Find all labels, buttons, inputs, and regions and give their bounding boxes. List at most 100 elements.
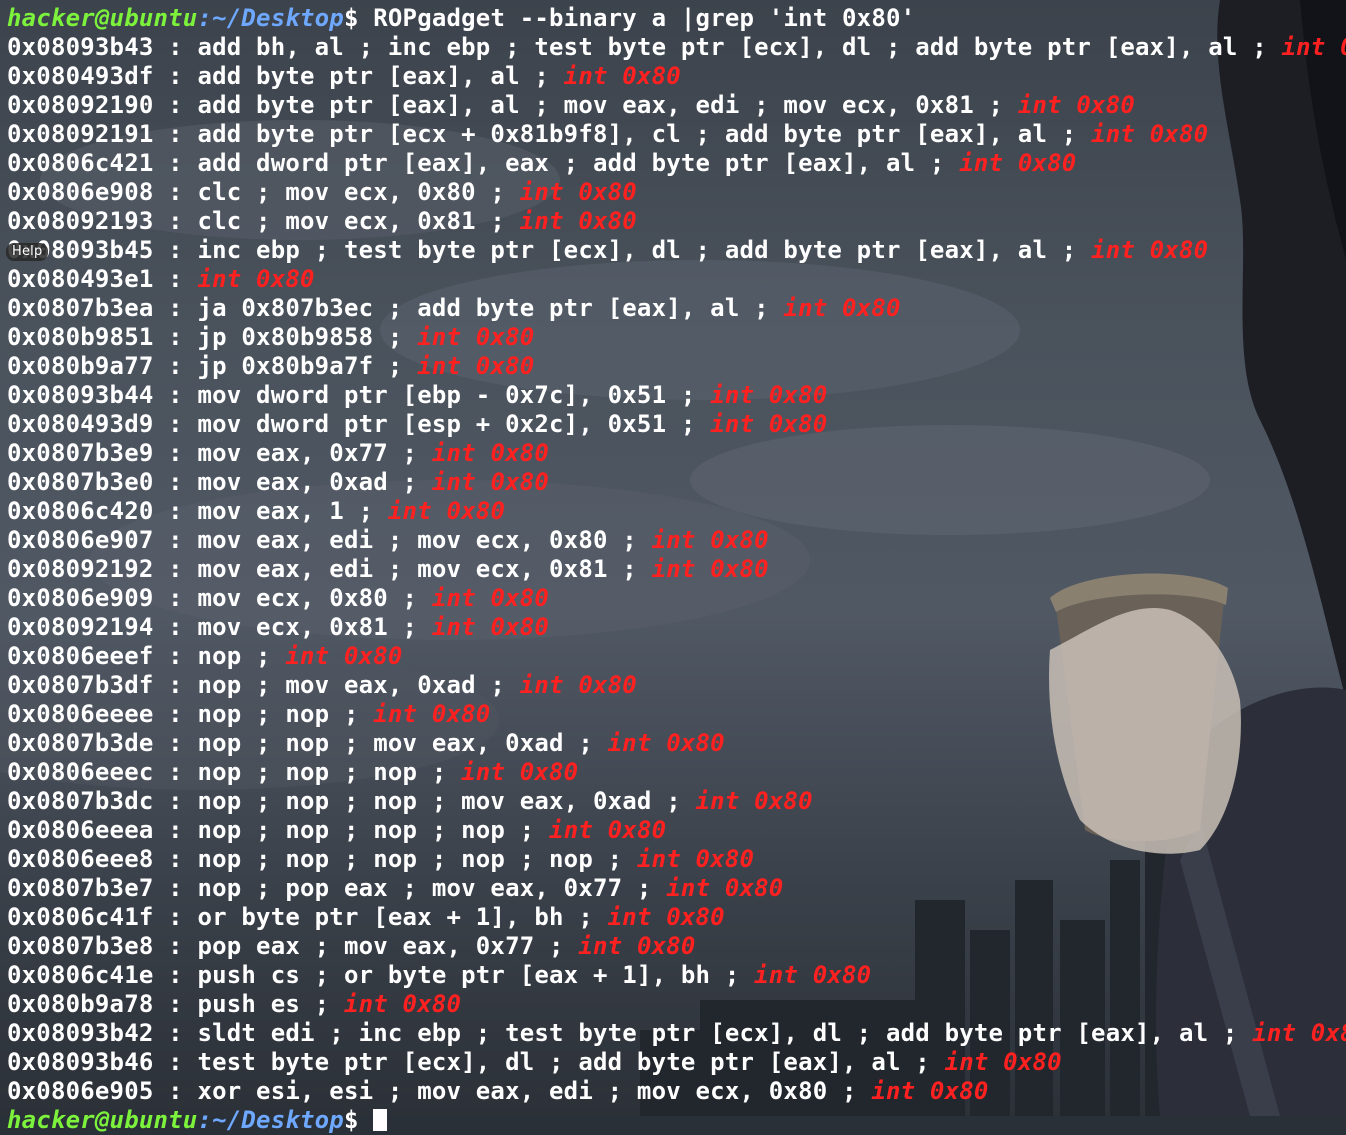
gadget-address: 0x08092192 xyxy=(7,555,154,583)
gadget-address: 0x0806c420 xyxy=(7,497,154,525)
gadget-row: 0x080493df : add byte ptr [eax], al ; in… xyxy=(7,62,681,91)
gadget-instructions: xor esi, esi ; mov eax, edi ; mov ecx, 0… xyxy=(197,1077,871,1105)
gadget-separator: : xyxy=(154,700,198,728)
gadget-separator: : xyxy=(154,265,198,293)
gadget-instructions: nop ; nop ; nop ; mov eax, 0xad ; xyxy=(197,787,695,815)
gadget-instructions: nop ; nop ; xyxy=(197,700,373,728)
gadget-row: 0x0806eeee : nop ; nop ; int 0x80 xyxy=(7,700,490,729)
gadget-address: 0x0807b3ea xyxy=(7,294,154,322)
gadget-instructions: add byte ptr [ecx + 0x81b9f8], cl ; add … xyxy=(197,120,1091,148)
gadget-row: 0x0807b3de : nop ; nop ; mov eax, 0xad ;… xyxy=(7,729,725,758)
gadget-match-highlight: int 0x80 xyxy=(285,642,402,670)
gadget-match-highlight: int 0x80 xyxy=(696,787,813,815)
gadget-match-highlight: int 0x80 xyxy=(432,584,549,612)
gadget-address: 0x080493df xyxy=(7,62,154,90)
gadget-address: 0x080b9a78 xyxy=(7,990,154,1018)
gadget-row: 0x080493d9 : mov dword ptr [esp + 0x2c],… xyxy=(7,410,827,439)
gadget-address: 0x0807b3e7 xyxy=(7,874,154,902)
gadget-separator: : xyxy=(154,62,198,90)
gadget-address: 0x080493d9 xyxy=(7,410,154,438)
next-prompt-user-host: hacker@ubuntu xyxy=(7,1106,197,1134)
gadget-row: 0x0807b3e9 : mov eax, 0x77 ; int 0x80 xyxy=(7,439,549,468)
gadget-instructions: inc ebp ; test byte ptr [ecx], dl ; add … xyxy=(197,236,1091,264)
gadget-row: 0x08093b43 : add bh, al ; inc ebp ; test… xyxy=(7,33,1346,62)
gadget-instructions: clc ; mov ecx, 0x80 ; xyxy=(197,178,519,206)
gadget-separator: : xyxy=(154,961,198,989)
gadget-separator: : xyxy=(154,207,198,235)
gadget-instructions: mov dword ptr [esp + 0x2c], 0x51 ; xyxy=(197,410,710,438)
gadget-address: 0x08093b46 xyxy=(7,1048,154,1076)
gadget-row: 0x0807b3ea : ja 0x807b3ec ; add byte ptr… xyxy=(7,294,901,323)
gadget-separator: : xyxy=(154,149,198,177)
gadget-separator: : xyxy=(154,410,198,438)
gadget-match-highlight: int 0x80 xyxy=(520,178,637,206)
gadget-match-highlight: int 0x80 xyxy=(520,207,637,235)
gadget-row: 0x0806e909 : mov ecx, 0x80 ; int 0x80 xyxy=(7,584,549,613)
gadget-instructions: mov eax, 0x77 ; xyxy=(197,439,431,467)
gadget-row: 0x0806c41e : push cs ; or byte ptr [eax … xyxy=(7,961,871,990)
gadget-instructions: nop ; pop eax ; mov eax, 0x77 ; xyxy=(197,874,666,902)
gadget-separator: : xyxy=(154,903,198,931)
gadget-match-highlight: int 0x80 xyxy=(578,932,695,960)
gadget-match-highlight: int 0x80 xyxy=(564,62,681,90)
gadget-address: 0x0807b3e8 xyxy=(7,932,154,960)
gadget-match-highlight: int 0x80 xyxy=(710,381,827,409)
gadget-match-highlight: int 0x80 xyxy=(959,149,1076,177)
gadget-separator: : xyxy=(154,816,198,844)
text-cursor xyxy=(373,1109,387,1131)
gadget-row: 0x08093b46 : test byte ptr [ecx], dl ; a… xyxy=(7,1048,1062,1077)
gadget-row: 0x0806e908 : clc ; mov ecx, 0x80 ; int 0… xyxy=(7,178,637,207)
gadget-match-highlight: int 0x80 xyxy=(417,352,534,380)
gadget-instructions: mov dword ptr [ebp - 0x7c], 0x51 ; xyxy=(197,381,710,409)
gadget-row: 0x0807b3e7 : nop ; pop eax ; mov eax, 0x… xyxy=(7,874,783,903)
gadget-separator: : xyxy=(154,729,198,757)
gadget-match-highlight: int 0x80 xyxy=(666,874,783,902)
gadget-match-highlight: int 0x80 xyxy=(608,903,725,931)
gadget-row: 0x0807b3e0 : mov eax, 0xad ; int 0x80 xyxy=(7,468,549,497)
gadget-instructions: nop ; nop ; nop ; nop ; nop ; xyxy=(197,845,636,873)
gadget-match-highlight: int 0x80 xyxy=(1018,91,1135,119)
gadget-match-highlight: int 0x80 xyxy=(1091,236,1208,264)
gadget-instructions: mov eax, edi ; mov ecx, 0x81 ; xyxy=(197,555,651,583)
gadget-row: 0x0807b3e8 : pop eax ; mov eax, 0x77 ; i… xyxy=(7,932,696,961)
terminal-output[interactable]: hacker@ubuntu:~/Desktop$ ROPgadget --bin… xyxy=(0,0,1346,1116)
gadget-separator: : xyxy=(154,352,198,380)
gadget-match-highlight: int 0x80 xyxy=(637,845,754,873)
gadget-match-highlight: int 0x80 xyxy=(520,671,637,699)
gadget-instructions: jp 0x80b9858 ; xyxy=(197,323,417,351)
gadget-match-highlight: int 0x80 xyxy=(344,990,461,1018)
gadget-row: 0x0806c420 : mov eax, 1 ; int 0x80 xyxy=(7,497,505,526)
prompt-colon: : xyxy=(197,4,212,32)
gadget-row: 0x0806eeec : nop ; nop ; nop ; int 0x80 xyxy=(7,758,578,787)
gadget-row: 0x08092191 : add byte ptr [ecx + 0x81b9f… xyxy=(7,120,1208,149)
prompt-path: ~/Desktop xyxy=(212,4,344,32)
help-tooltip[interactable]: Help xyxy=(6,243,48,261)
gadget-row: 0x0806c421 : add dword ptr [eax], eax ; … xyxy=(7,149,1076,178)
gadget-instructions: ja 0x807b3ec ; add byte ptr [eax], al ; xyxy=(197,294,783,322)
gadget-address: 0x0806eeef xyxy=(7,642,154,670)
command-line: hacker@ubuntu:~/Desktop$ ROPgadget --bin… xyxy=(7,4,915,33)
gadget-separator: : xyxy=(154,671,198,699)
gadget-separator: : xyxy=(154,584,198,612)
gadget-separator: : xyxy=(154,613,198,641)
gadget-instructions: mov eax, 1 ; xyxy=(197,497,387,525)
gadget-address: 0x0806eee8 xyxy=(7,845,154,873)
gadget-row: 0x0806eeef : nop ; int 0x80 xyxy=(7,642,403,671)
gadget-address: 0x0806e905 xyxy=(7,1077,154,1105)
gadget-address: 0x0806e907 xyxy=(7,526,154,554)
gadget-row: 0x080b9851 : jp 0x80b9858 ; int 0x80 xyxy=(7,323,534,352)
gadget-address: 0x08092190 xyxy=(7,91,154,119)
gadget-row: 0x08092192 : mov eax, edi ; mov ecx, 0x8… xyxy=(7,555,769,584)
gadget-separator: : xyxy=(154,468,198,496)
gadget-row: 0x08093b42 : sldt edi ; inc ebp ; test b… xyxy=(7,1019,1346,1048)
next-prompt-path: ~/Desktop xyxy=(212,1106,344,1134)
gadget-address: 0x0806e908 xyxy=(7,178,154,206)
gadget-address: 0x080b9a77 xyxy=(7,352,154,380)
gadget-match-highlight: int 0x80 xyxy=(388,497,505,525)
gadget-instructions: nop ; nop ; nop ; xyxy=(197,758,461,786)
next-prompt[interactable]: hacker@ubuntu:~/Desktop$ xyxy=(7,1106,387,1135)
gadget-match-highlight: int 0x80 xyxy=(652,526,769,554)
gadget-separator: : xyxy=(154,120,198,148)
gadget-address: 0x08092194 xyxy=(7,613,154,641)
gadget-match-highlight: int 0x80 xyxy=(461,758,578,786)
